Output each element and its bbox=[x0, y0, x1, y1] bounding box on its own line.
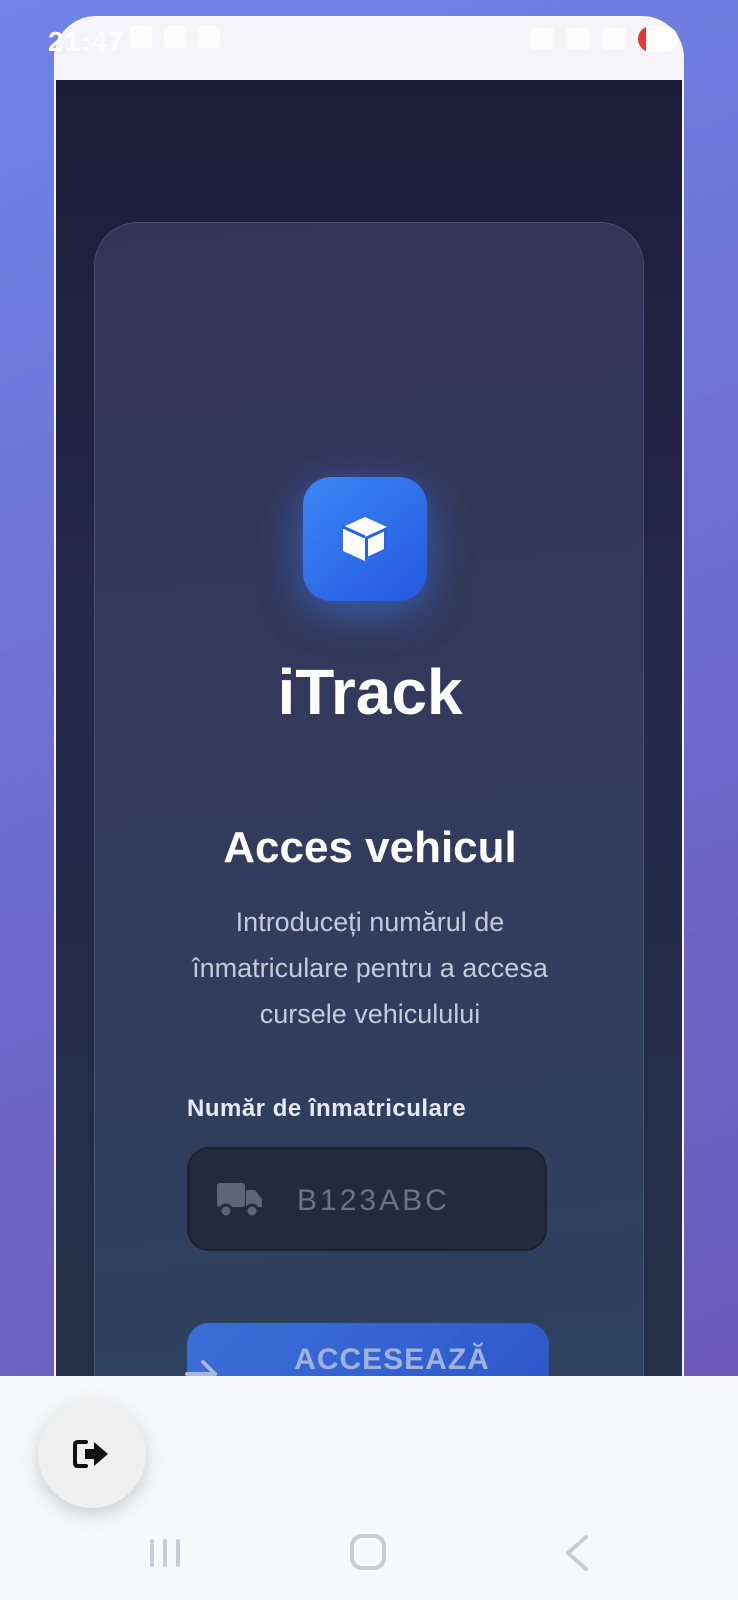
app-screen: iTrack Acces vehicul Introduceți numărul… bbox=[56, 80, 682, 1396]
vehicle-access-card: iTrack Acces vehicul Introduceți numărul… bbox=[94, 222, 644, 1396]
status-time: 21:47 bbox=[48, 26, 125, 57]
truck-icon bbox=[217, 1183, 262, 1219]
screenshot-icon bbox=[198, 26, 220, 48]
app-logo bbox=[303, 477, 427, 601]
wifi-icon bbox=[602, 28, 626, 50]
plate-field-label: Număr de înmatriculare bbox=[187, 1095, 467, 1122]
mute-icon bbox=[566, 28, 590, 50]
recents-icon[interactable] bbox=[148, 1536, 182, 1570]
system-icons bbox=[530, 26, 678, 52]
system-nav-bar bbox=[0, 1524, 738, 1584]
battery-icon bbox=[638, 26, 678, 52]
key-icon bbox=[530, 28, 554, 50]
app-name: iTrack bbox=[277, 656, 463, 728]
cube-icon bbox=[342, 517, 387, 561]
notification-icon bbox=[130, 26, 152, 48]
page-subtitle: Introduceți numărul de înmatriculare pen… bbox=[192, 907, 548, 1029]
back-icon[interactable] bbox=[562, 1534, 592, 1572]
logout-button[interactable] bbox=[38, 1400, 146, 1508]
notification-icons bbox=[130, 26, 220, 48]
cloud-icon bbox=[164, 26, 186, 48]
page-title: Acces vehicul bbox=[223, 823, 517, 872]
app-frame: iTrack Acces vehicul Introduceți numărul… bbox=[54, 16, 684, 1396]
plate-input[interactable] bbox=[297, 1179, 517, 1223]
home-icon[interactable] bbox=[350, 1534, 386, 1570]
logout-icon bbox=[73, 1440, 108, 1468]
plate-input-container[interactable] bbox=[187, 1147, 547, 1251]
